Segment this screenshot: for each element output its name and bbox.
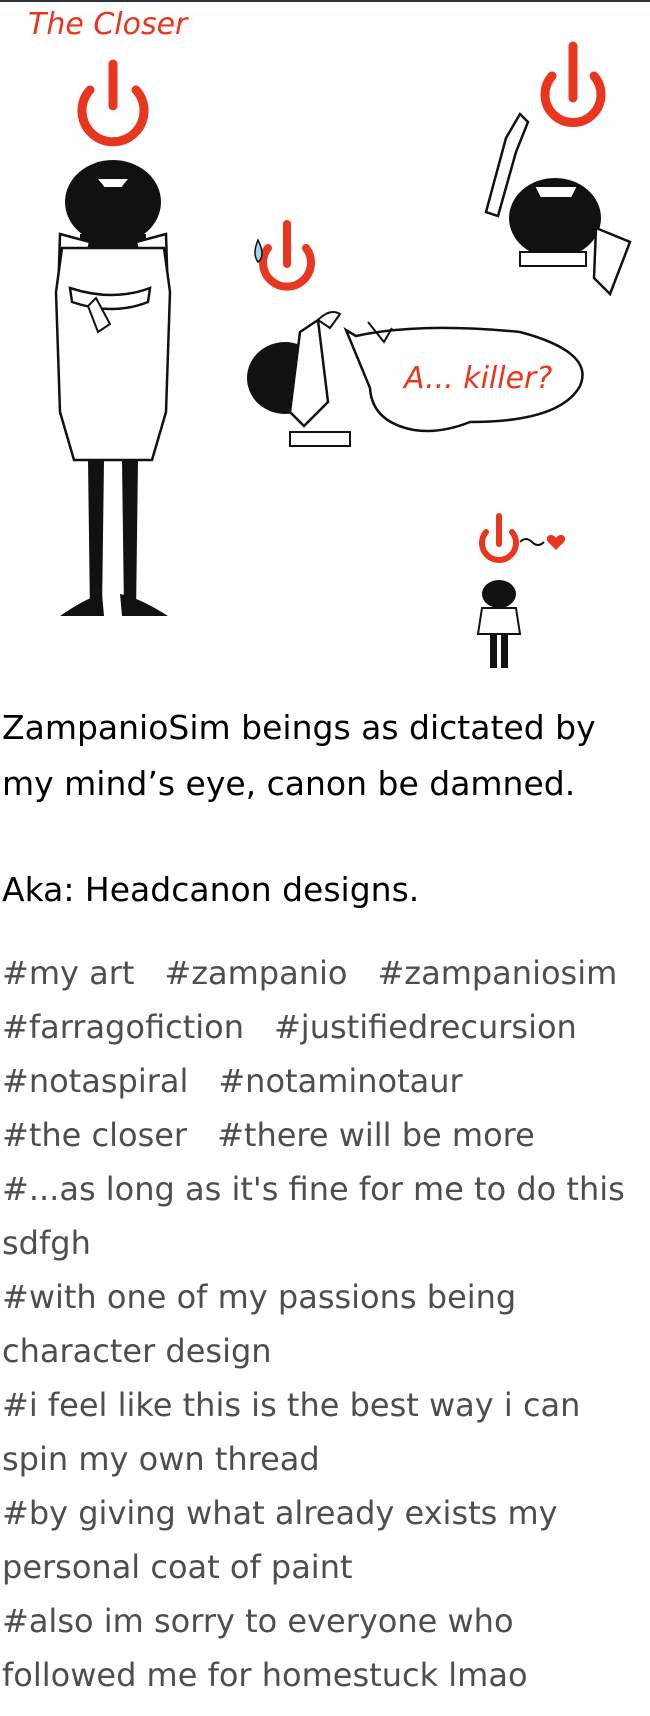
post-tags: #my art #zampanio #zampaniosim #farragofic… xyxy=(2,946,642,1702)
tag-link[interactable]: #farragofiction xyxy=(2,1008,244,1046)
tag-link[interactable]: #...as long as it's fine for me to do th… xyxy=(2,1162,642,1270)
tag-row: #my art #zampanio #zampaniosim xyxy=(2,946,642,1000)
tag-link[interactable]: #the closer xyxy=(2,1116,187,1154)
power-symbol-icon xyxy=(77,59,149,147)
tag-link[interactable]: #also im sorry to everyone who followed … xyxy=(2,1594,642,1702)
tag-link[interactable]: #notaminotaur xyxy=(218,1062,462,1100)
tag-row: #farragofiction #justifiedrecursion xyxy=(2,1000,642,1054)
post-caption-aka: Aka: Headcanon designs. xyxy=(2,870,420,909)
tag-link[interactable]: #notaspiral xyxy=(2,1062,188,1100)
tag-link[interactable]: #with one of my passions being character… xyxy=(2,1270,642,1378)
art-title: The Closer xyxy=(28,7,189,42)
power-symbol-icon xyxy=(479,513,519,563)
tag-link[interactable]: #there will be more xyxy=(217,1116,535,1154)
tag-row: #the closer #there will be more xyxy=(2,1108,642,1162)
tag-link[interactable]: #i feel like this is the best way i can … xyxy=(2,1378,642,1486)
tag-link[interactable]: #zampanio xyxy=(164,954,347,992)
post-caption: ZampanioSim beings as dictated by my min… xyxy=(2,708,596,803)
closer-figure-chibi xyxy=(476,513,566,668)
speech-bubble: A... killer? xyxy=(343,321,584,433)
tag-link[interactable]: #by giving what already exists my person… xyxy=(2,1486,642,1594)
power-symbol-icon xyxy=(540,41,606,128)
tag-link[interactable]: #zampaniosim xyxy=(377,954,617,992)
closer-figure-pointing xyxy=(484,41,632,297)
tag-link[interactable]: #my art xyxy=(2,954,134,992)
closer-figure-large xyxy=(54,59,172,616)
speech-text: A... killer? xyxy=(402,361,552,396)
power-symbol-icon xyxy=(259,220,315,291)
post-image[interactable]: The Closer A... killer? xyxy=(0,2,650,692)
tag-row: #notaspiral #notaminotaur xyxy=(2,1054,642,1108)
tag-link[interactable]: #justifiedrecursion xyxy=(274,1008,577,1046)
heart-icon xyxy=(546,535,566,550)
closer-figure-shy xyxy=(247,220,351,447)
